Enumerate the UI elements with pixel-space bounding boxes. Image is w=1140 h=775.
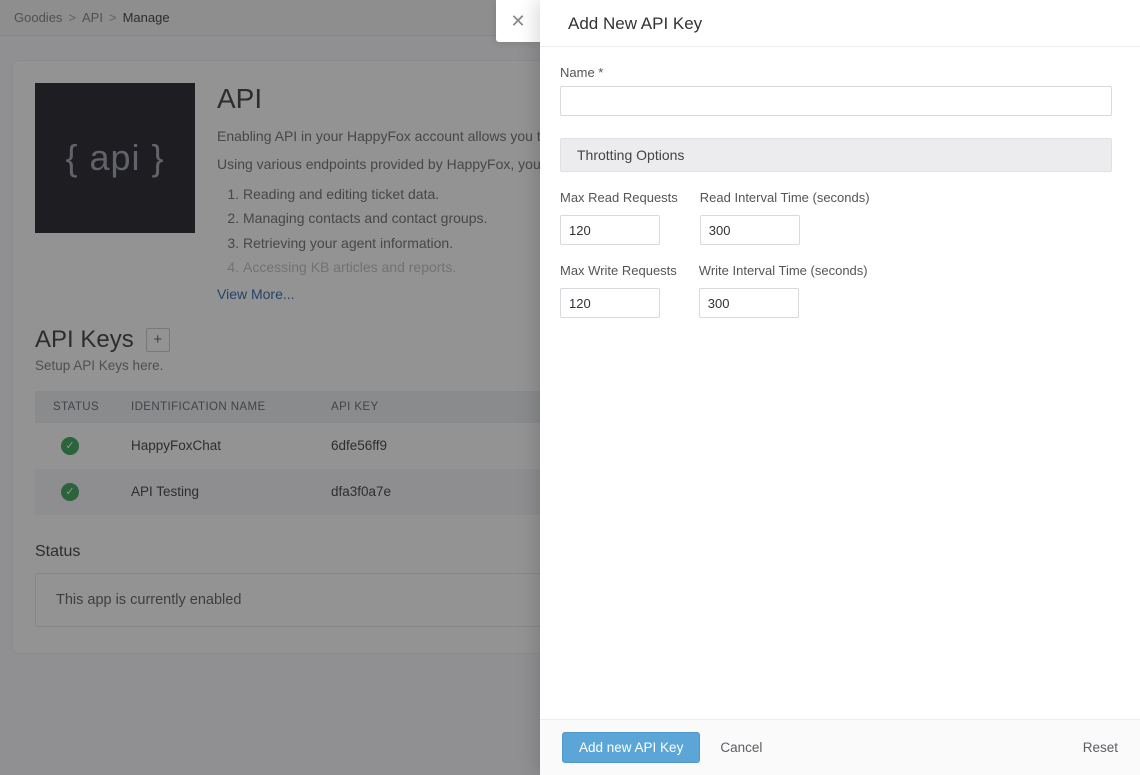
name-input[interactable] <box>560 86 1112 116</box>
name-label: Name * <box>560 65 1112 80</box>
max-write-input[interactable] <box>560 288 660 318</box>
throttling-section-header[interactable]: Throtting Options <box>560 138 1112 172</box>
max-write-label: Max Write Requests <box>560 263 677 278</box>
reset-button[interactable]: Reset <box>1083 740 1118 755</box>
submit-button[interactable]: Add new API Key <box>562 732 700 763</box>
read-interval-input[interactable] <box>700 215 800 245</box>
write-interval-input[interactable] <box>699 288 799 318</box>
read-interval-label: Read Interval Time (seconds) <box>700 190 870 205</box>
max-read-label: Max Read Requests <box>560 190 678 205</box>
cancel-button[interactable]: Cancel <box>720 740 762 755</box>
panel-footer: Add new API Key Cancel Reset <box>540 719 1140 775</box>
add-api-key-panel: Add New API Key Name * Throtting Options… <box>540 0 1140 775</box>
close-icon: ✕ <box>510 11 525 32</box>
write-interval-label: Write Interval Time (seconds) <box>699 263 868 278</box>
max-read-input[interactable] <box>560 215 660 245</box>
close-panel-button[interactable]: ✕ <box>496 0 540 42</box>
panel-title: Add New API Key <box>540 0 1140 47</box>
